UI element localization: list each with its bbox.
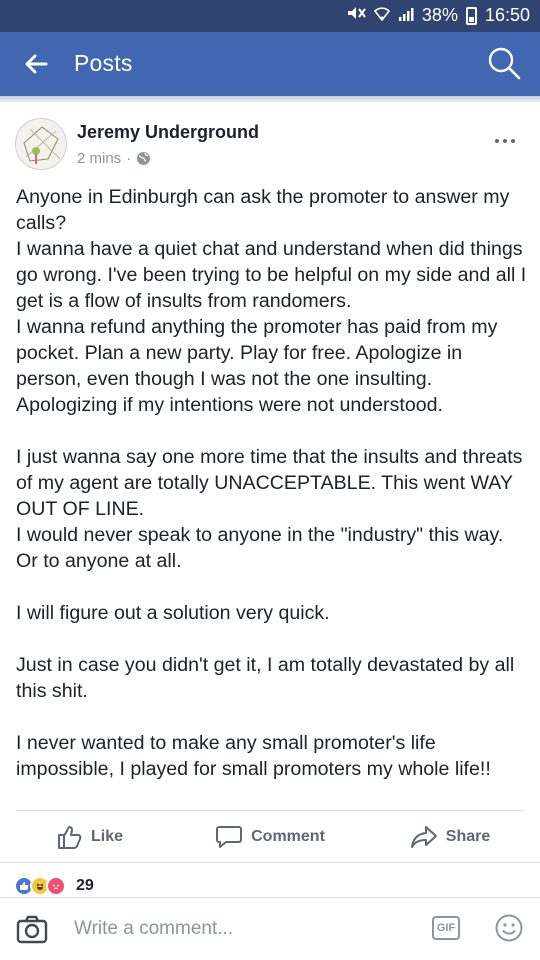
back-button[interactable] — [18, 46, 54, 82]
post-time[interactable]: 2 mins — [77, 150, 121, 167]
wifi-icon — [373, 5, 390, 26]
avatar[interactable] — [15, 118, 67, 170]
signal-icon — [398, 5, 414, 26]
post-text: Anyone in Edinburgh can ask the promoter… — [16, 184, 528, 782]
battery-percent: 38% — [421, 5, 458, 25]
like-button[interactable]: Like — [0, 814, 180, 860]
post-paragraph: I never wanted to make any small promote… — [16, 732, 491, 780]
post-paragraph: Anyone in Edinburgh can ask the promoter… — [16, 186, 527, 416]
globe-icon — [137, 152, 151, 165]
clock: 16:50 — [484, 5, 530, 25]
share-icon — [410, 826, 437, 848]
gif-button[interactable]: GIF — [432, 916, 460, 940]
profile-picture-icon — [16, 119, 66, 169]
comment-composer: Write a comment... GIF — [0, 897, 540, 960]
status-bar: 38% 16:50 — [0, 0, 540, 32]
more-horizontal-icon — [495, 139, 515, 143]
comment-button[interactable]: Comment — [180, 814, 360, 860]
battery-icon — [465, 6, 477, 25]
camera-icon — [16, 915, 48, 944]
search-icon — [488, 47, 521, 80]
emoji-button[interactable] — [494, 913, 524, 943]
comment-label: Comment — [251, 828, 325, 845]
divider — [16, 810, 524, 811]
comment-input[interactable]: Write a comment... — [74, 918, 233, 940]
post-meta: 2 mins · — [77, 150, 151, 167]
reactions-summary[interactable]: 29 — [14, 876, 94, 896]
post-paragraph: Just in case you didn't get it, I am tot… — [16, 654, 515, 702]
reaction-count: 29 — [76, 877, 94, 894]
like-label: Like — [90, 828, 123, 845]
mute-icon — [346, 5, 366, 26]
post-card: Jeremy Underground 2 mins · Anyone in Ed… — [0, 102, 540, 882]
divider — [0, 862, 540, 863]
meta-separator: · — [126, 150, 132, 167]
post-actions: Like Comment Share — [0, 814, 540, 860]
smiley-icon — [495, 914, 523, 942]
more-options-button[interactable] — [494, 128, 516, 149]
app-bar: Posts — [0, 32, 540, 96]
post-paragraph: I will figure out a solution very quick. — [16, 602, 330, 624]
arrow-left-icon — [25, 54, 48, 74]
share-button[interactable]: Share — [360, 814, 540, 860]
comment-icon — [216, 826, 243, 848]
camera-button[interactable] — [16, 914, 48, 944]
love-reaction-icon — [46, 876, 66, 896]
author-name[interactable]: Jeremy Underground — [77, 122, 259, 143]
search-button[interactable] — [484, 44, 524, 84]
page-title: Posts — [74, 50, 133, 76]
post-paragraph: I just wanna say one more time that the … — [16, 446, 523, 572]
thumbs-up-icon — [57, 826, 82, 849]
share-label: Share — [445, 828, 491, 845]
